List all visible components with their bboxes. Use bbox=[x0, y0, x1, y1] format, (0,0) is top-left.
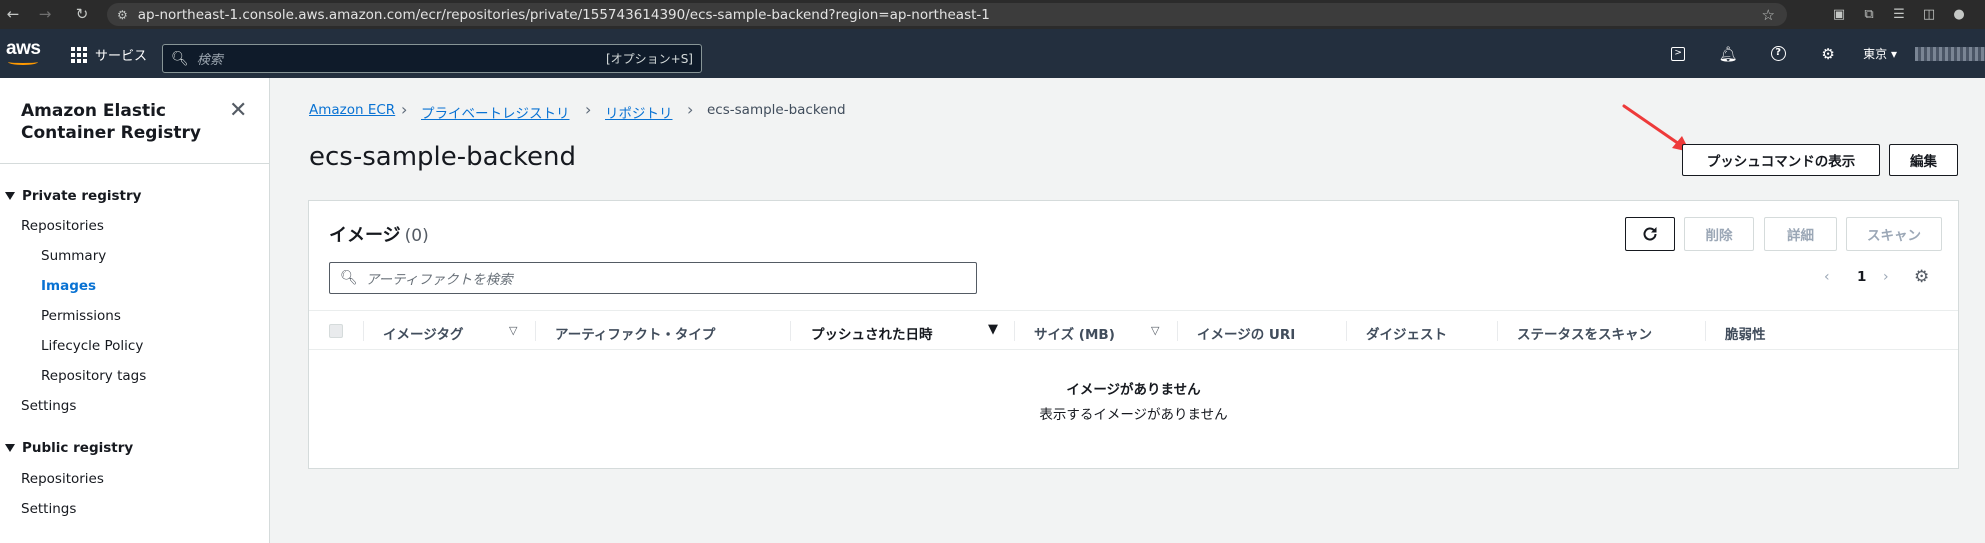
column-vulnerabilities[interactable]: 脆弱性 bbox=[1725, 323, 1766, 343]
close-icon[interactable]: ✕ bbox=[229, 98, 247, 123]
section-label: Public registry bbox=[22, 440, 134, 456]
breadcrumb-current: ecs-sample-backend bbox=[707, 102, 846, 118]
preferences-gear-icon[interactable]: ⚙ bbox=[1914, 267, 1929, 287]
back-icon[interactable]: ← bbox=[2, 3, 24, 25]
search-shortcut-hint: [オプション+S] bbox=[605, 52, 693, 66]
column-divider bbox=[535, 321, 536, 341]
table-header: イメージタグ ▽ アーティファクト・タイプ プッシュされた日時 ▼ サイズ (M… bbox=[309, 310, 1958, 350]
scan-button[interactable]: スキャン bbox=[1846, 217, 1942, 251]
column-divider bbox=[1346, 321, 1347, 341]
side-panel-icon[interactable]: ◫ bbox=[1921, 7, 1937, 23]
sidebar-item-images[interactable]: Images bbox=[41, 278, 96, 294]
sidebar-item-repositories[interactable]: Repositories bbox=[21, 218, 104, 234]
puzzle-icon[interactable]: ⧉ bbox=[1861, 7, 1877, 23]
next-page-icon[interactable]: › bbox=[1883, 269, 1889, 285]
services-label: サービス bbox=[95, 49, 148, 64]
column-divider bbox=[790, 321, 791, 341]
sidebar-section-private-registry[interactable]: Private registry bbox=[5, 188, 141, 204]
empty-state-description: 表示するイメージがありません bbox=[1039, 407, 1228, 423]
breadcrumb-private-registry[interactable]: プライベートレジストリ bbox=[421, 102, 570, 122]
search-icon: 🔍︎ bbox=[171, 50, 189, 67]
notifications-bell-icon[interactable]: 🔔︎ bbox=[1703, 29, 1753, 78]
sidebar-item-permissions[interactable]: Permissions bbox=[41, 308, 121, 324]
view-push-commands-button[interactable]: プッシュコマンドの表示 bbox=[1682, 144, 1880, 176]
cloudshell-icon[interactable]: > bbox=[1653, 29, 1703, 78]
aws-logo-smile bbox=[8, 59, 38, 65]
current-page-number[interactable]: 1 bbox=[1857, 269, 1866, 285]
profile-icon[interactable]: ● bbox=[1951, 7, 1967, 23]
site-info-icon[interactable]: ⚙ bbox=[117, 8, 128, 22]
breadcrumb-amazon-ecr[interactable]: Amazon ECR bbox=[309, 102, 395, 118]
services-menu-button[interactable]: サービス bbox=[71, 45, 147, 64]
sidebar-item-settings[interactable]: Settings bbox=[21, 398, 76, 414]
sort-caret-icon[interactable]: ▽ bbox=[1151, 324, 1159, 337]
sort-descending-icon[interactable]: ▼ bbox=[988, 322, 998, 337]
sidebar-item-public-settings[interactable]: Settings bbox=[21, 501, 76, 517]
reload-icon[interactable]: ↻ bbox=[71, 3, 93, 25]
sidebar-item-public-repositories[interactable]: Repositories bbox=[21, 471, 104, 487]
column-artifact-type[interactable]: アーティファクト・タイプ bbox=[555, 323, 715, 343]
breadcrumb-repositories[interactable]: リポジトリ bbox=[605, 102, 673, 122]
sidebar-item-summary[interactable]: Summary bbox=[41, 248, 106, 264]
column-image-tag[interactable]: イメージタグ bbox=[383, 323, 463, 343]
column-size[interactable]: サイズ (MB) bbox=[1034, 323, 1115, 343]
column-digest[interactable]: ダイジェスト bbox=[1366, 323, 1447, 343]
edit-button[interactable]: 編集 bbox=[1889, 144, 1958, 176]
caret-down-icon bbox=[5, 444, 15, 452]
settings-gear-icon[interactable]: ⚙ bbox=[1803, 29, 1853, 78]
section-label: Private registry bbox=[22, 188, 142, 204]
bookmark-star-icon[interactable]: ☆ bbox=[1762, 6, 1775, 24]
sidebar-item-repository-tags[interactable]: Repository tags bbox=[41, 368, 146, 384]
column-divider bbox=[363, 321, 364, 341]
images-panel-title: イメージ bbox=[329, 225, 401, 246]
empty-state-title: イメージがありません bbox=[1066, 382, 1201, 398]
column-divider bbox=[1497, 321, 1498, 341]
browser-toolbar: ← → ↻ ⚙ ap-northeast-1.console.aws.amazo… bbox=[0, 0, 1985, 29]
help-icon[interactable]: ? bbox=[1753, 29, 1803, 78]
search-icon: 🔍︎ bbox=[340, 270, 358, 286]
reading-list-icon[interactable]: ☰ bbox=[1891, 7, 1907, 23]
artifact-search-input[interactable]: 🔍︎ アーティファクトを検索 bbox=[329, 262, 977, 294]
chevron-right-icon: › bbox=[401, 100, 408, 119]
select-all-checkbox[interactable] bbox=[329, 324, 343, 338]
console-search-placeholder: 検索 bbox=[196, 53, 223, 68]
column-divider bbox=[1705, 321, 1706, 341]
forward-icon[interactable]: → bbox=[34, 3, 56, 25]
images-count: (0) bbox=[404, 226, 429, 246]
side-navigation: Amazon Elastic Container Registry ✕ Priv… bbox=[0, 78, 270, 543]
url-text: ap-northeast-1.console.aws.amazon.com/ec… bbox=[137, 6, 990, 23]
aws-logo[interactable]: aws bbox=[6, 38, 41, 60]
column-divider bbox=[1014, 321, 1015, 341]
chevron-right-icon: › bbox=[687, 100, 694, 119]
account-menu-blurred[interactable] bbox=[1915, 46, 1985, 61]
address-bar[interactable]: ⚙ ap-northeast-1.console.aws.amazon.com/… bbox=[107, 3, 1787, 26]
sort-caret-icon[interactable]: ▽ bbox=[509, 324, 517, 337]
images-panel-header: イメージ (0) bbox=[329, 221, 429, 247]
refresh-button[interactable] bbox=[1625, 217, 1675, 251]
column-image-uri[interactable]: イメージの URI bbox=[1197, 323, 1295, 343]
delete-button[interactable]: 削除 bbox=[1684, 217, 1754, 251]
details-button[interactable]: 詳細 bbox=[1764, 217, 1837, 251]
previous-page-icon[interactable]: ‹ bbox=[1824, 269, 1830, 285]
sidebar-title[interactable]: Amazon Elastic Container Registry bbox=[21, 100, 211, 144]
chevron-right-icon: › bbox=[585, 100, 592, 119]
region-selector[interactable]: 東京 ▾ bbox=[1853, 45, 1915, 62]
grid-icon bbox=[71, 46, 87, 63]
console-search-input[interactable]: 🔍︎ 検索 [オプション+S] bbox=[162, 44, 702, 73]
column-pushed-at[interactable]: プッシュされた日時 bbox=[811, 323, 933, 343]
refresh-icon bbox=[1643, 227, 1657, 241]
sidebar-divider bbox=[0, 163, 270, 164]
images-table-panel: イメージ (0) 削除 詳細 スキャン 🔍︎ アーティファクトを検索 ‹ 1 › … bbox=[308, 200, 1959, 469]
caret-down-icon bbox=[5, 192, 15, 200]
extension-icon[interactable]: ▣ bbox=[1831, 7, 1847, 23]
artifact-search-placeholder: アーティファクトを検索 bbox=[365, 272, 513, 288]
column-scan-status[interactable]: ステータスをスキャン bbox=[1517, 323, 1652, 343]
sidebar-item-lifecycle-policy[interactable]: Lifecycle Policy bbox=[41, 338, 143, 354]
sidebar-section-public-registry[interactable]: Public registry bbox=[5, 440, 133, 456]
column-divider bbox=[1177, 321, 1178, 341]
page-title: ecs-sample-backend bbox=[309, 142, 576, 172]
